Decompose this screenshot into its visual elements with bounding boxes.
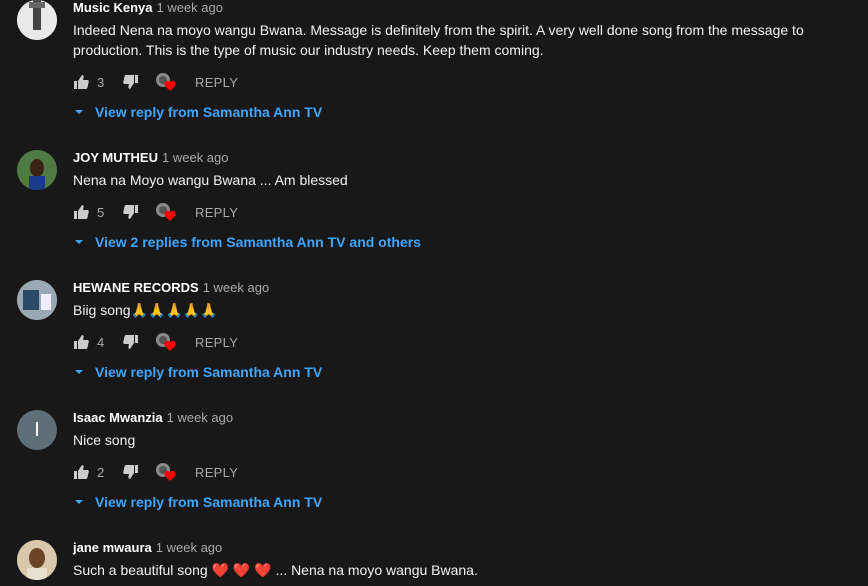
comment-header: JOY MUTHEU 1 week ago: [73, 150, 229, 165]
author-name[interactable]: HEWANE RECORDS: [73, 280, 199, 295]
thumbs-up-icon[interactable]: [73, 204, 89, 220]
timestamp[interactable]: 1 week ago: [162, 150, 229, 165]
comment-text: Indeed Nena na moyo wangu Bwana. Message…: [73, 22, 804, 58]
comment-header: Isaac Mwanzia 1 week ago: [73, 410, 233, 425]
comment-header: HEWANE RECORDS 1 week ago: [73, 280, 269, 295]
author-name[interactable]: jane mwaura: [73, 540, 152, 555]
comment-toolbar: 2 REPLY: [73, 462, 238, 482]
chevron-down-icon: [75, 110, 83, 114]
thumbs-up-icon[interactable]: [73, 334, 89, 350]
timestamp[interactable]: 1 week ago: [156, 0, 223, 15]
like-count: 5: [97, 204, 105, 220]
avatar-letter: I: [34, 418, 40, 441]
thumbs-down-icon[interactable]: [123, 334, 139, 350]
comment-text: Nice song: [73, 432, 136, 448]
view-replies-button[interactable]: View reply from Samantha Ann TV: [73, 102, 322, 122]
view-replies-label: View reply from Samantha Ann TV: [95, 494, 323, 510]
like-count: 4: [97, 334, 105, 350]
avatar[interactable]: [17, 540, 57, 580]
thumbs-down-icon[interactable]: [123, 204, 139, 220]
avatar[interactable]: I: [17, 410, 57, 450]
chevron-down-icon: [75, 370, 83, 374]
author-name[interactable]: JOY MUTHEU: [73, 150, 158, 165]
comment-text: Nena na Moyo wangu Bwana ... Am blessed: [73, 172, 348, 188]
comment-toolbar: 3 REPLY: [73, 72, 238, 92]
avatar[interactable]: [17, 0, 57, 40]
thumbs-down-icon[interactable]: [123, 74, 139, 90]
creator-heart-icon: [156, 463, 176, 481]
thumbs-down-icon[interactable]: [123, 464, 139, 480]
like-count: 2: [97, 464, 105, 480]
thumbs-up-icon[interactable]: [73, 74, 89, 90]
reply-button[interactable]: REPLY: [195, 465, 238, 480]
creator-heart-icon: [156, 333, 176, 351]
reply-button[interactable]: REPLY: [195, 75, 238, 90]
comment-toolbar: 4 REPLY: [73, 332, 238, 352]
comment-toolbar: 5 REPLY: [73, 202, 238, 222]
author-name[interactable]: Music Kenya: [73, 0, 152, 15]
comment-text: Such a beautiful song ❤️ ❤️ ❤️ ... Nena …: [73, 562, 478, 578]
comment-text: Biig song🙏🙏🙏🙏🙏: [73, 302, 218, 318]
reply-button[interactable]: REPLY: [195, 335, 238, 350]
timestamp[interactable]: 1 week ago: [167, 410, 234, 425]
author-name[interactable]: Isaac Mwanzia: [73, 410, 163, 425]
chevron-down-icon: [75, 500, 83, 504]
view-replies-button[interactable]: View reply from Samantha Ann TV: [73, 362, 322, 382]
avatar[interactable]: [17, 280, 57, 320]
view-replies-button[interactable]: View reply from Samantha Ann TV: [73, 492, 322, 512]
view-replies-label: View reply from Samantha Ann TV: [95, 364, 323, 380]
creator-heart-icon: [156, 73, 176, 91]
creator-heart-icon: [156, 203, 176, 221]
chevron-down-icon: [75, 240, 83, 244]
comment-header: jane mwaura 1 week ago: [73, 540, 222, 555]
reply-button[interactable]: REPLY: [195, 205, 238, 220]
like-count: 3: [97, 74, 105, 90]
comment-header: Music Kenya 1 week ago: [73, 0, 223, 15]
timestamp[interactable]: 1 week ago: [156, 540, 223, 555]
timestamp[interactable]: 1 week ago: [203, 280, 270, 295]
view-replies-button[interactable]: View 2 replies from Samantha Ann TV and …: [73, 232, 421, 252]
view-replies-label: View 2 replies from Samantha Ann TV and …: [95, 234, 421, 250]
thumbs-up-icon[interactable]: [73, 464, 89, 480]
avatar[interactable]: [17, 150, 57, 190]
view-replies-label: View reply from Samantha Ann TV: [95, 104, 323, 120]
